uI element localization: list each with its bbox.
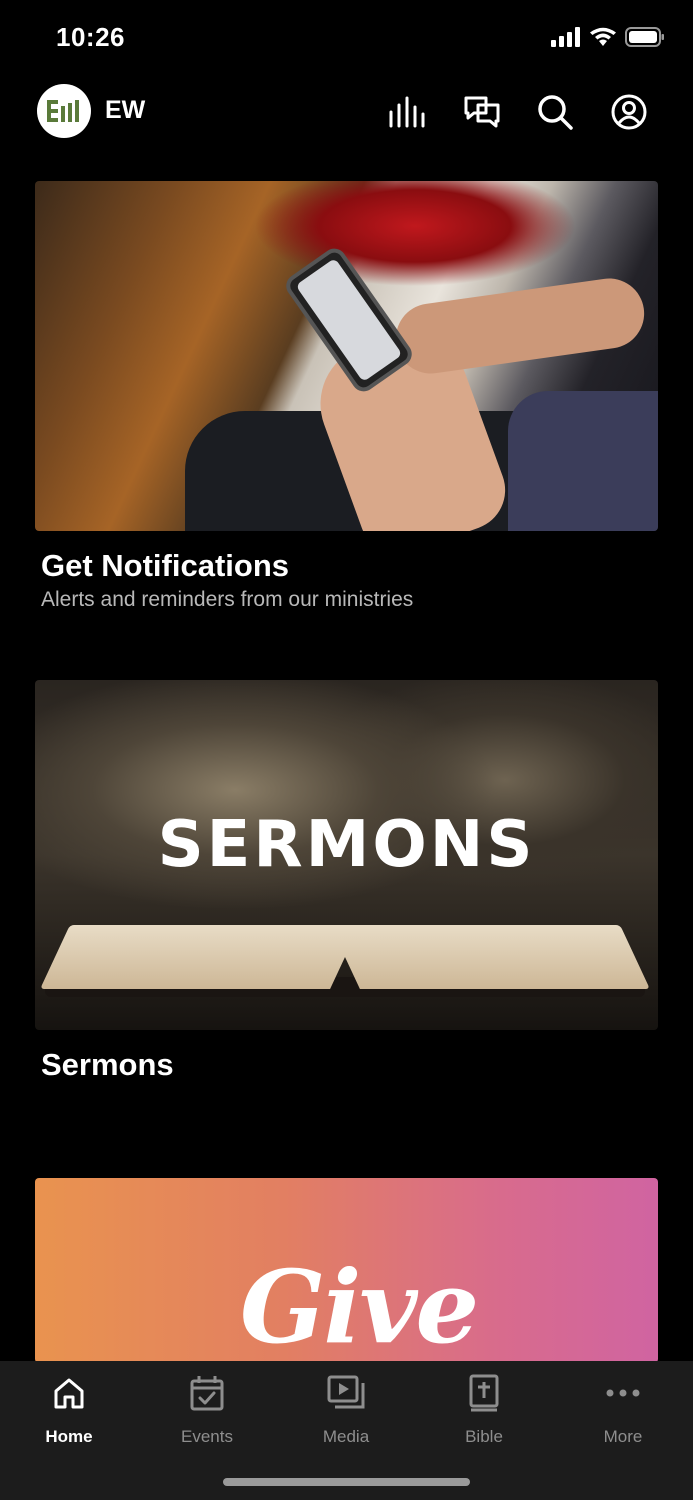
chat-button[interactable] <box>462 92 502 132</box>
levels-icon <box>389 96 425 128</box>
battery-icon <box>625 27 664 47</box>
wifi-icon <box>590 27 616 46</box>
sermons-image-text: SERMONS <box>157 808 536 882</box>
card-title: Get Notifications <box>41 548 290 583</box>
chat-icon <box>464 96 500 128</box>
card-title: Sermons <box>41 1047 174 1082</box>
image-hand <box>391 273 649 379</box>
status-time: 10:26 <box>56 22 125 52</box>
sermons-image[interactable]: SERMONS <box>35 680 658 1030</box>
status-bar: 10:26 <box>0 0 693 78</box>
levels-button[interactable] <box>388 92 428 132</box>
tab-label: More <box>603 1427 643 1446</box>
card-subtitle: Alerts and reminders from our ministries <box>41 588 414 611</box>
give-card[interactable]: Give <box>35 1178 658 1363</box>
tab-media[interactable]: Media <box>286 1373 406 1447</box>
status-icons <box>551 27 665 47</box>
media-icon <box>327 1375 365 1409</box>
tab-label: Events <box>181 1427 233 1446</box>
tab-label: Media <box>322 1427 370 1446</box>
home-icon <box>54 1378 84 1409</box>
tab-bible[interactable]: Bible <box>424 1373 544 1447</box>
give-image-text: Give <box>240 1248 479 1363</box>
image-sleeve <box>508 391 658 531</box>
sermons-card[interactable]: SERMONS Sermons <box>35 680 658 1083</box>
tab-home[interactable]: Home <box>9 1373 129 1447</box>
logo-mark-icon <box>47 100 79 122</box>
profile-button[interactable] <box>609 92 649 132</box>
notifications-image[interactable] <box>35 181 658 531</box>
notifications-card[interactable]: Get Notifications Alerts and reminders f… <box>35 181 658 612</box>
tab-more[interactable]: More <box>563 1373 683 1447</box>
app-header: EW <box>0 78 693 148</box>
search-button[interactable] <box>535 92 575 132</box>
signal-icon <box>551 27 580 47</box>
image-bible <box>40 915 650 997</box>
bible-icon <box>469 1374 499 1412</box>
tab-events[interactable]: Events <box>147 1373 267 1447</box>
search-icon <box>538 95 573 130</box>
home-indicator[interactable] <box>223 1478 470 1486</box>
calendar-icon <box>190 1376 224 1411</box>
more-icon <box>606 1389 640 1397</box>
org-logo[interactable] <box>37 84 91 138</box>
profile-icon <box>611 94 647 130</box>
tab-label: Home <box>45 1427 93 1446</box>
tab-label: Bible <box>465 1427 503 1446</box>
org-name[interactable]: EW <box>105 96 145 125</box>
give-image[interactable]: Give <box>35 1178 658 1363</box>
